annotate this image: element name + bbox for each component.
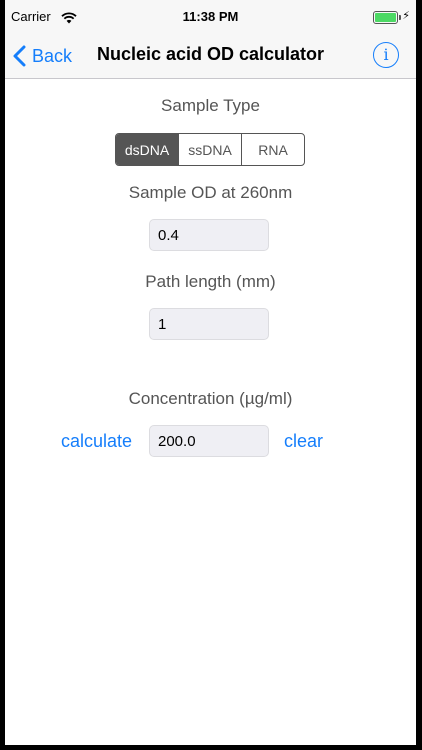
battery-icon [373, 11, 401, 24]
app-screen: Carrier 11:38 PM ⚡ Back Nucleic acid OD … [5, 0, 416, 745]
segment-dsdna[interactable]: dsDNA [116, 134, 179, 165]
od-label: Sample OD at 260nm [128, 183, 293, 202]
sample-type-segmented-control: dsDNA ssDNA RNA [115, 133, 305, 166]
od-input[interactable]: 0.4 [149, 219, 269, 251]
segment-rna[interactable]: RNA [242, 134, 304, 165]
concentration-label: Concentration (µg/ml) [128, 389, 293, 408]
charging-bolt-icon: ⚡ [402, 10, 410, 22]
calculate-button[interactable]: calculate [61, 431, 132, 452]
sample-type-label: Sample Type [161, 96, 260, 115]
page-title: Nucleic acid OD calculator [96, 44, 325, 64]
navigation-bar: Back Nucleic acid OD calculator i [5, 34, 416, 79]
status-bar: Carrier 11:38 PM ⚡ [5, 0, 416, 34]
path-length-input[interactable]: 1 [149, 308, 269, 340]
clear-button[interactable]: clear [284, 431, 323, 452]
clock: 11:38 PM [182, 9, 239, 24]
path-length-label: Path length (mm) [145, 272, 276, 291]
segment-ssdna[interactable]: ssDNA [179, 134, 242, 165]
info-icon[interactable]: i [373, 42, 399, 68]
concentration-output[interactable]: 200.0 [149, 425, 269, 457]
